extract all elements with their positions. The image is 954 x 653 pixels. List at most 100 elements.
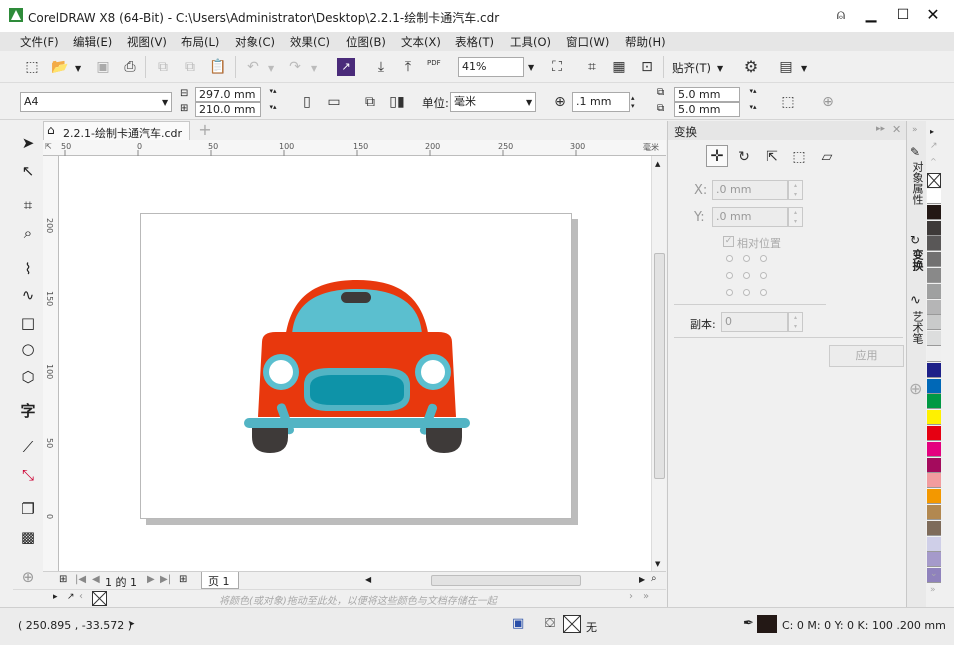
palette-swatch[interactable] — [927, 473, 941, 489]
snap-dropdown-icon[interactable]: ▼ — [717, 64, 723, 73]
page-height-field[interactable]: 210.0 mm — [195, 102, 261, 117]
scroll-left-icon[interactable]: ◀ — [365, 575, 371, 584]
menu-edit[interactable]: 编辑(E) — [73, 34, 112, 50]
drawing-page[interactable] — [140, 213, 572, 519]
menu-help[interactable]: 帮助(H) — [625, 34, 666, 50]
transparency-tool-icon[interactable]: ▩ — [13, 526, 43, 548]
x-spinner[interactable]: ▴ ▾ — [788, 180, 803, 200]
palette-swatch[interactable] — [927, 362, 941, 378]
palette-swatch[interactable] — [927, 552, 941, 568]
relative-position-checkbox[interactable]: ✓ — [723, 236, 734, 247]
size-spinner[interactable]: ▾▴ ▾▴ — [262, 87, 284, 117]
palette-swatch[interactable] — [927, 489, 941, 505]
ellipse-tool-icon[interactable]: ○ — [13, 338, 43, 360]
docker-collapse-icon[interactable]: ▸▸ — [876, 124, 885, 134]
anchor-top-center-radio[interactable] — [743, 255, 750, 262]
copies-field[interactable]: 0 — [721, 312, 788, 332]
redo-dropdown-icon[interactable]: ▼ — [311, 64, 317, 73]
crop-tool-icon[interactable]: ⌗ — [13, 194, 43, 216]
snap-to-button[interactable]: 贴齐(T) — [672, 60, 711, 76]
page-tab[interactable]: 页 1 — [201, 572, 239, 589]
cut-icon[interactable]: ⧉ — [153, 57, 173, 77]
scroll-right-icon[interactable]: ▶ — [639, 575, 645, 584]
palette-swatch[interactable] — [927, 331, 941, 347]
portrait-icon[interactable]: ▯ — [297, 92, 317, 112]
navigator-zoom-icon[interactable]: ⌕ — [651, 573, 657, 584]
nudge-spinner[interactable]: ▴ ▾ — [631, 94, 635, 110]
search-content-icon[interactable]: ↗ — [337, 58, 355, 76]
duplicate-spinner[interactable]: ▾▴ ▾▴ — [742, 87, 764, 117]
eyedropper-icon[interactable]: ↗ — [67, 592, 75, 602]
menu-window[interactable]: 窗口(W) — [566, 34, 609, 50]
palette-swatch[interactable] — [927, 410, 941, 426]
undo-icon[interactable]: ↶ — [243, 57, 263, 77]
scroll-down-icon[interactable]: ▼ — [655, 560, 660, 568]
palette-swatch[interactable] — [927, 426, 941, 441]
document-tab[interactable]: ⌂ 2.2.1-绘制卡通汽车.cdr — [43, 121, 190, 140]
palette-swatch[interactable] — [927, 189, 941, 204]
menu-text[interactable]: 文本(X) — [401, 34, 441, 50]
palette-swatch[interactable] — [927, 236, 941, 252]
transform-position-icon[interactable]: ✛ — [706, 145, 728, 167]
home-icon[interactable]: ⌂ — [47, 123, 55, 137]
parallel-dimension-tool-icon[interactable]: ⟋ — [13, 436, 43, 458]
first-page-icon[interactable]: |◀ — [75, 574, 86, 585]
pick-tool-icon[interactable]: ➤ — [13, 132, 43, 154]
polygon-tool-icon[interactable]: ⬡ — [13, 366, 43, 388]
palette-swatch[interactable] — [927, 204, 941, 220]
save-icon[interactable]: ▣ — [93, 57, 113, 77]
application-launcher-icon[interactable]: ▤ — [776, 57, 796, 77]
color-proofing-icon[interactable]: ▣ — [512, 616, 524, 631]
duplicate-x-field[interactable]: 5.0 mm — [674, 87, 740, 102]
palette-expand-icon[interactable]: » — [930, 585, 936, 595]
last-page-icon[interactable]: ▶| — [160, 574, 171, 585]
palette-swatch[interactable] — [927, 394, 941, 410]
outline-color-swatch[interactable] — [757, 615, 777, 633]
anchor-bottom-right-radio[interactable] — [760, 289, 767, 296]
palette-swatch[interactable] — [927, 378, 941, 394]
maximize-button[interactable]: ☐ — [888, 4, 918, 26]
close-button[interactable]: ✕ — [918, 4, 948, 26]
anchor-middle-right-radio[interactable] — [760, 272, 767, 279]
palette-menu-icon[interactable]: ▸ — [930, 127, 934, 136]
show-rulers-icon[interactable]: ⌗ — [582, 57, 602, 77]
palette-swatch[interactable] — [927, 252, 941, 268]
artistic-media-tool-icon[interactable]: ∿ — [13, 284, 43, 306]
y-position-field[interactable]: .0 mm — [712, 207, 788, 227]
paste-icon[interactable]: 📋 — [208, 57, 228, 77]
publish-pdf-icon[interactable]: PDF — [427, 59, 441, 67]
person-icon[interactable]: ⍝ — [826, 4, 856, 26]
y-spinner[interactable]: ▴ ▾ — [788, 207, 803, 227]
add-page-after-icon[interactable]: ⊞ — [179, 574, 187, 585]
show-guidelines-icon[interactable]: ⊡ — [637, 57, 657, 77]
palette-swatch[interactable] — [927, 441, 941, 457]
import-icon[interactable]: ⤓ — [371, 57, 391, 77]
palette-swatch[interactable] — [927, 505, 941, 520]
scroll-up-icon[interactable]: ▲ — [655, 160, 660, 168]
full-screen-icon[interactable]: ⛶ — [547, 57, 567, 77]
anchor-middle-left-radio[interactable] — [726, 272, 733, 279]
menu-table[interactable]: 表格(T) — [455, 34, 494, 50]
show-grid-icon[interactable]: ▦ — [609, 57, 629, 77]
page-size-combo[interactable]: A4 — [20, 92, 172, 112]
side-tab-artistic-media[interactable]: 艺术笔 — [909, 311, 925, 344]
landscape-icon[interactable]: ▭ — [324, 92, 344, 112]
no-color-swatch[interactable] — [92, 591, 107, 606]
palette-swatch[interactable] — [927, 536, 941, 552]
drop-shadow-tool-icon[interactable]: ❐ — [13, 498, 43, 520]
palette-swatch[interactable] — [927, 268, 941, 283]
vertical-scroll-thumb[interactable] — [654, 253, 665, 479]
current-page-icon[interactable]: ▯▮ — [387, 92, 407, 112]
palette-swatch[interactable] — [927, 315, 941, 331]
rectangle-tool-icon[interactable]: □ — [13, 312, 43, 334]
export-icon[interactable]: ⤒ — [398, 57, 418, 77]
palette-swatch[interactable] — [927, 299, 941, 315]
menu-effects[interactable]: 效果(C) — [290, 34, 330, 50]
add-page-before-icon[interactable]: ⊞ — [59, 574, 67, 585]
previous-page-icon[interactable]: ◀ — [92, 574, 100, 585]
minimize-button[interactable]: ▁ — [856, 4, 886, 26]
add-document-tab-icon[interactable]: + — [197, 122, 213, 138]
connector-tool-icon[interactable]: ⤡ — [13, 464, 43, 486]
print-icon[interactable]: ⎙ — [120, 57, 140, 77]
units-combo[interactable]: 毫米 — [450, 92, 536, 112]
